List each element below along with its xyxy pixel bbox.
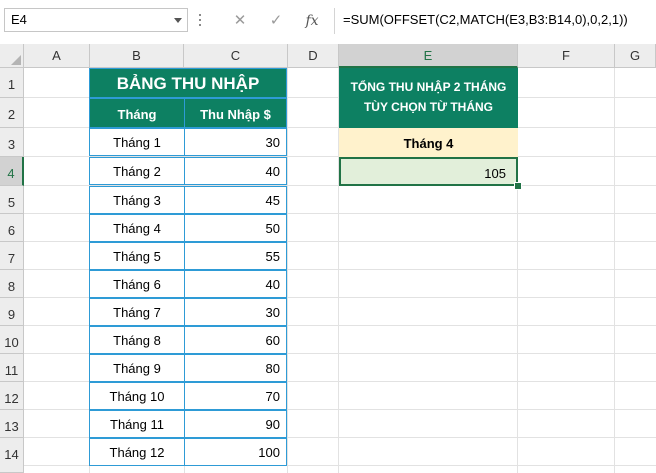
- row-header-4[interactable]: 4: [0, 157, 24, 186]
- month-cell[interactable]: Tháng 9: [89, 354, 185, 382]
- row-header-1[interactable]: 1: [0, 68, 24, 98]
- month-cell[interactable]: Tháng 4: [89, 214, 185, 242]
- income-cell[interactable]: 80: [184, 354, 287, 382]
- month-cell[interactable]: Tháng 6: [89, 270, 185, 298]
- header-month[interactable]: Tháng: [89, 98, 185, 128]
- income-cell[interactable]: 40: [184, 270, 287, 298]
- row-header-3[interactable]: 3: [0, 128, 24, 157]
- column-header-a[interactable]: A: [24, 44, 90, 68]
- row-header-13[interactable]: 13: [0, 410, 24, 438]
- row-header-12[interactable]: 12: [0, 382, 24, 410]
- formula-input[interactable]: =SUM(OFFSET(C2,MATCH(E3,B3:B14,0),0,2,1)…: [334, 8, 656, 34]
- month-cell[interactable]: Tháng 2: [89, 157, 185, 185]
- column-header-c[interactable]: C: [184, 44, 288, 68]
- row-header-14[interactable]: 14: [0, 438, 24, 473]
- month-cell[interactable]: Tháng 8: [89, 326, 185, 354]
- month-cell[interactable]: Tháng 7: [89, 298, 185, 326]
- month-cell[interactable]: Tháng 10: [89, 382, 185, 410]
- income-cell[interactable]: 45: [184, 186, 287, 214]
- column-header-e[interactable]: E: [339, 44, 518, 68]
- table-title[interactable]: BẢNG THU NHẬP: [89, 68, 287, 98]
- income-cell[interactable]: 60: [184, 326, 287, 354]
- column-header-d[interactable]: D: [288, 44, 339, 68]
- month-cell[interactable]: Tháng 11: [89, 410, 185, 438]
- month-cell[interactable]: Tháng 1: [89, 128, 185, 156]
- cancel-icon[interactable]: ✕: [228, 10, 252, 32]
- row-header-10[interactable]: 10: [0, 326, 24, 354]
- name-box-value: E4: [11, 12, 27, 27]
- header-income[interactable]: Thu Nhập $: [184, 98, 287, 128]
- insert-function-icon[interactable]: fx: [300, 10, 324, 32]
- column-header-g[interactable]: G: [615, 44, 656, 68]
- row-header-6[interactable]: 6: [0, 214, 24, 242]
- select-all-button[interactable]: [0, 44, 24, 68]
- income-cell[interactable]: 40: [184, 157, 287, 185]
- formula-text: =SUM(OFFSET(C2,MATCH(E3,B3:B14,0),0,2,1)…: [343, 12, 628, 27]
- row-header-9[interactable]: 9: [0, 298, 24, 326]
- formula-bar: E4 ✕ ✓ fx =SUM(OFFSET(C2,MATCH(E3,B3:B14…: [0, 0, 656, 45]
- name-box[interactable]: E4: [4, 8, 188, 32]
- column-header-f[interactable]: F: [518, 44, 615, 68]
- month-cell[interactable]: Tháng 5: [89, 242, 185, 270]
- row-header-7[interactable]: 7: [0, 242, 24, 270]
- row-header-11[interactable]: 11: [0, 354, 24, 382]
- gridline: [614, 68, 615, 473]
- row-header-2[interactable]: 2: [0, 98, 24, 128]
- income-cell[interactable]: 70: [184, 382, 287, 410]
- summary-title-line1: TỔNG THU NHẬP 2 THÁNG: [350, 80, 507, 94]
- result-cell[interactable]: 105: [339, 157, 518, 186]
- gridline: [287, 68, 288, 473]
- summary-title[interactable]: TỔNG THU NHẬP 2 THÁNG TÙY CHỌN TỪ THÁNG: [339, 68, 518, 128]
- chevron-down-icon[interactable]: [174, 18, 182, 23]
- month-cell[interactable]: Tháng 12: [89, 438, 185, 466]
- selected-month-cell[interactable]: Tháng 4: [339, 128, 518, 157]
- enter-icon[interactable]: ✓: [264, 10, 288, 32]
- income-cell[interactable]: 30: [184, 298, 287, 326]
- income-cell[interactable]: 90: [184, 410, 287, 438]
- fill-handle[interactable]: [514, 182, 522, 190]
- income-cell[interactable]: 55: [184, 242, 287, 270]
- row-header-5[interactable]: 5: [0, 186, 24, 214]
- drag-handle-icon[interactable]: [198, 14, 202, 30]
- summary-title-line2: TÙY CHỌN TỪ THÁNG: [363, 100, 494, 114]
- row-header-8[interactable]: 8: [0, 270, 24, 298]
- month-cell[interactable]: Tháng 3: [89, 186, 185, 214]
- column-header-b[interactable]: B: [90, 44, 184, 68]
- income-cell[interactable]: 100: [184, 438, 287, 466]
- income-cell[interactable]: 50: [184, 214, 287, 242]
- income-cell[interactable]: 30: [184, 128, 287, 156]
